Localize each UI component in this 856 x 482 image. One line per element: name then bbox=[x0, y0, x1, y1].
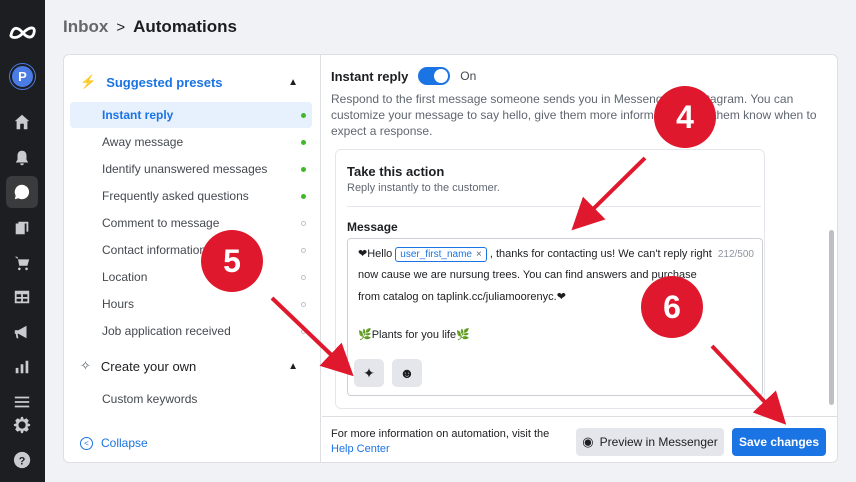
bell-icon[interactable] bbox=[12, 148, 32, 168]
scrollbar[interactable] bbox=[829, 230, 834, 405]
preview-label: Preview in Messenger bbox=[599, 435, 718, 449]
toggle-state: On bbox=[460, 69, 477, 83]
meta-logo-icon[interactable] bbox=[8, 22, 38, 42]
breadcrumb-inbox[interactable]: Inbox bbox=[63, 17, 108, 37]
chevron-up-icon[interactable]: ▲ bbox=[288, 361, 298, 372]
chevron-left-icon: < bbox=[80, 436, 93, 450]
suggested-presets-title: Suggested presets bbox=[106, 74, 223, 90]
sidebar-item-away-message[interactable]: Away message bbox=[70, 129, 312, 155]
svg-text:?: ? bbox=[19, 456, 26, 468]
automations-card: ⚡ Suggested presets ▲ Instant reply Away … bbox=[63, 54, 838, 463]
avatar[interactable]: P bbox=[10, 64, 35, 89]
presets-sidebar: ⚡ Suggested presets ▲ Instant reply Away … bbox=[64, 55, 321, 462]
action-subtitle: Reply instantly to the customer. bbox=[347, 182, 500, 194]
character-counter: 212/500 bbox=[717, 249, 754, 260]
create-your-own-title: Create your own bbox=[100, 358, 197, 374]
menu-icon[interactable] bbox=[12, 392, 32, 412]
callout-5: 5 bbox=[201, 230, 263, 292]
sparkle-button[interactable]: ✦ bbox=[354, 359, 384, 387]
status-dot bbox=[301, 220, 306, 226]
sidebar-item-label: Contact information bbox=[102, 243, 207, 257]
panel-footer: For more information on automation, visi… bbox=[322, 416, 837, 462]
status-dot bbox=[301, 247, 306, 253]
pages-icon[interactable] bbox=[12, 218, 32, 238]
sidebar-item-comment-to-message[interactable]: Comment to message bbox=[70, 210, 312, 236]
status-dot bbox=[301, 328, 306, 334]
divider bbox=[347, 206, 761, 207]
status-dot bbox=[301, 112, 306, 118]
lightning-icon: ⚡ bbox=[80, 74, 97, 89]
sidebar-item-label: Custom keywords bbox=[102, 392, 198, 406]
message-label: Message bbox=[347, 220, 398, 234]
instant-reply-row: Instant reply On bbox=[331, 67, 476, 85]
status-dot bbox=[301, 139, 306, 145]
chart-icon[interactable] bbox=[12, 357, 32, 377]
sidebar-item-hours[interactable]: Hours bbox=[70, 291, 312, 317]
sidebar-item-label: Identify unanswered messages bbox=[102, 162, 268, 176]
help-icon[interactable]: ? bbox=[12, 450, 32, 470]
preview-in-messenger-button[interactable]: ◉ Preview in Messenger bbox=[576, 428, 724, 456]
chevron-up-icon[interactable]: ▲ bbox=[288, 77, 298, 88]
sidebar-item-label: Job application received bbox=[102, 324, 231, 338]
message-text: , thanks for contacting us! We can't rep… bbox=[489, 248, 712, 260]
cart-icon[interactable] bbox=[12, 253, 32, 273]
sidebar-item-contact-information[interactable]: Contact information bbox=[70, 237, 312, 263]
collapse-button[interactable]: < Collapse bbox=[80, 436, 148, 450]
take-action-box: Take this action Reply instantly to the … bbox=[335, 149, 765, 409]
chat-icon[interactable] bbox=[12, 182, 32, 202]
sidebar-item-label: Away message bbox=[102, 135, 184, 149]
page-title: Automations bbox=[133, 17, 237, 36]
message-line-4: 🌿Plants for you life🌿 bbox=[358, 329, 470, 341]
help-center-link[interactable]: Help Center bbox=[331, 443, 390, 455]
collapse-label: Collapse bbox=[101, 436, 148, 450]
footer-note: For more information on automation, visi… bbox=[331, 427, 571, 457]
sidebar-item-frequently-asked-questions[interactable]: Frequently asked questions bbox=[70, 183, 312, 209]
variable-chip[interactable]: user_first_name × bbox=[395, 247, 487, 262]
footer-note-text: For more information on automation, visi… bbox=[331, 428, 550, 440]
sidebar-item-job-application-received[interactable]: Job application received bbox=[70, 318, 312, 344]
create-your-own-header[interactable]: ✧ Create your own ▲ bbox=[80, 358, 298, 374]
suggested-presets-header[interactable]: ⚡ Suggested presets ▲ bbox=[80, 74, 298, 90]
message-text: ❤Hello bbox=[358, 248, 393, 260]
sidebar-item-identify-unanswered-messages[interactable]: Identify unanswered messages bbox=[70, 156, 312, 182]
messenger-icon: ◉ bbox=[582, 434, 594, 449]
megaphone-icon[interactable] bbox=[12, 322, 32, 342]
sidebar-item-label: Instant reply bbox=[102, 108, 174, 122]
callout-6: 6 bbox=[641, 276, 703, 338]
instant-reply-description: Respond to the first message someone sen… bbox=[331, 92, 817, 138]
sidebar-item-label: Hours bbox=[102, 297, 135, 311]
message-line-3: from catalog on taplink.cc/juliamoorenyc… bbox=[358, 291, 566, 303]
status-dot bbox=[301, 166, 306, 172]
sparkle-icon: ✦ bbox=[363, 364, 375, 381]
action-title: Take this action bbox=[347, 164, 445, 179]
sidebar-item-label: Location bbox=[102, 270, 148, 284]
chevron-right-icon: > bbox=[116, 18, 126, 36]
table-icon[interactable] bbox=[12, 287, 32, 307]
status-dot bbox=[301, 193, 306, 199]
status-dot bbox=[301, 274, 306, 280]
left-nav-rail: P ? bbox=[0, 0, 45, 482]
save-changes-button[interactable]: Save changes bbox=[732, 428, 826, 456]
instant-reply-toggle[interactable] bbox=[418, 67, 451, 85]
settings-icon[interactable] bbox=[12, 415, 32, 435]
sidebar-item-custom-keywords[interactable]: Custom keywords bbox=[70, 386, 312, 412]
breadcrumb: Inbox > Automations bbox=[63, 17, 237, 37]
message-line-1: ❤Hello user_first_name × , thanks for conta… bbox=[358, 247, 712, 262]
emoji-icon: ☻ bbox=[399, 365, 415, 381]
callout-4: 4 bbox=[654, 86, 716, 148]
message-line-2: now cause we are nursung trees. You can … bbox=[358, 269, 697, 281]
home-icon[interactable] bbox=[12, 112, 32, 132]
sidebar-item-label: Frequently asked questions bbox=[102, 189, 249, 203]
sidebar-item-location[interactable]: Location bbox=[70, 264, 312, 290]
sidebar-item-instant-reply[interactable]: Instant reply bbox=[70, 102, 312, 128]
sidebar-item-label: Comment to message bbox=[102, 216, 220, 230]
close-icon[interactable]: × bbox=[476, 249, 482, 260]
chip-label: user_first_name bbox=[400, 249, 472, 260]
status-dot bbox=[301, 301, 306, 307]
emoji-button[interactable]: ☻ bbox=[392, 359, 422, 387]
instant-reply-label: Instant reply bbox=[331, 68, 409, 84]
instant-reply-panel: Instant reply On Respond to the first me… bbox=[322, 55, 837, 462]
sparkle-icon: ✧ bbox=[80, 358, 91, 373]
